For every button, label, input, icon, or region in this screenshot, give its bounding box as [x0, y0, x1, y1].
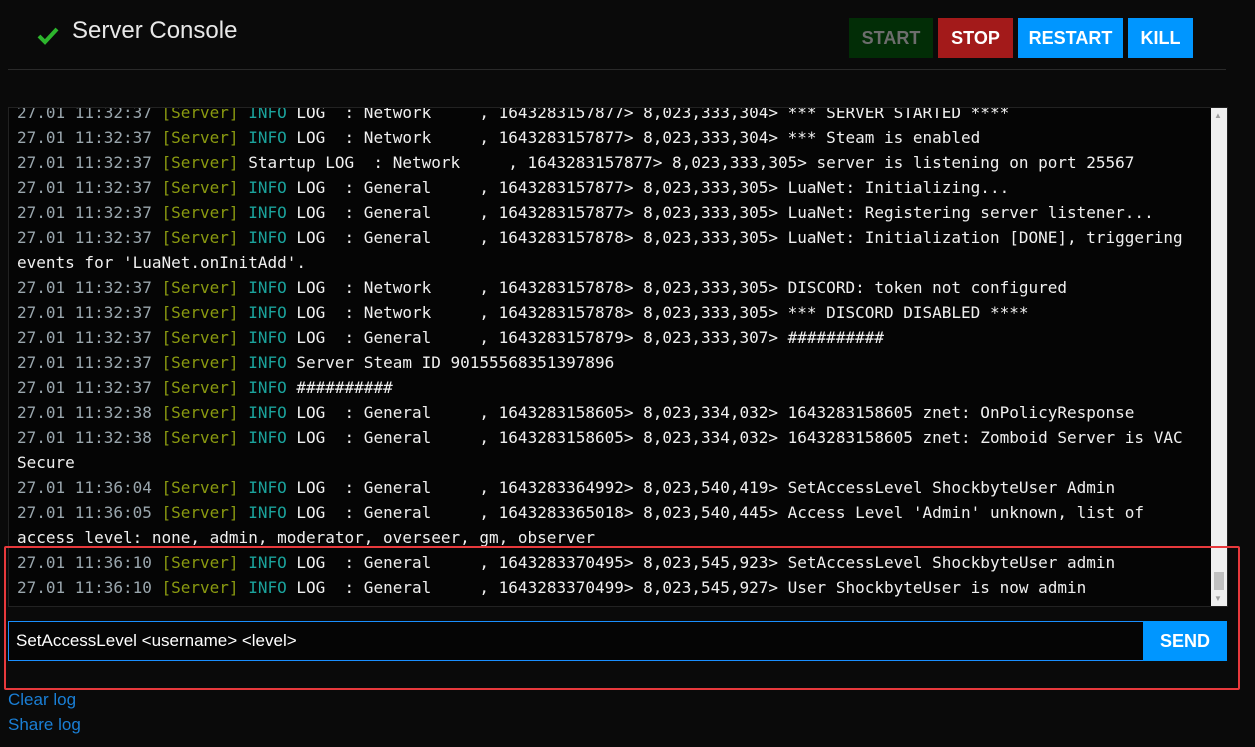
log-source: [Server]: [161, 178, 239, 197]
log-level: INFO: [248, 328, 287, 347]
log-message: LOG : General , 1643283370495> 8,023,545…: [296, 553, 1116, 572]
log-level: INFO: [248, 128, 287, 147]
page-title: Server Console: [72, 17, 238, 44]
log-level: INFO: [248, 378, 287, 397]
send-button[interactable]: SEND: [1143, 621, 1227, 661]
restart-button[interactable]: RESTART: [1018, 18, 1123, 58]
log-message: LOG : Network , 1643283157877> 8,023,333…: [296, 128, 981, 147]
log-source: [Server]: [161, 428, 239, 447]
log-message: LOG : General , 1643283157879> 8,023,333…: [296, 328, 884, 347]
log-source: [Server]: [161, 228, 239, 247]
log-line: 27.01 11:36:04 [Server] INFO LOG : Gener…: [17, 475, 1189, 500]
log-source: [Server]: [161, 153, 239, 172]
log-level: INFO: [248, 278, 287, 297]
log-message: LOG : Network , 1643283157878> 8,023,333…: [296, 303, 1029, 322]
log-line: 27.01 11:32:37 [Server] INFO LOG : Gener…: [17, 225, 1189, 275]
log-source: [Server]: [161, 478, 239, 497]
log-time: 27.01 11:32:37: [17, 128, 152, 147]
log-time: 27.01 11:32:37: [17, 153, 152, 172]
log-source: [Server]: [161, 503, 239, 522]
log-time: 27.01 11:32:37: [17, 278, 152, 297]
log-line: 27.01 11:36:10 [Server] INFO LOG : Gener…: [17, 550, 1189, 575]
log-time: 27.01 11:32:37: [17, 178, 152, 197]
log-line: 27.01 11:36:05 [Server] INFO LOG : Gener…: [17, 500, 1189, 550]
log-time: 27.01 11:36:05: [17, 503, 152, 522]
log-time: 27.01 11:36:04: [17, 478, 152, 497]
log-source: [Server]: [161, 553, 239, 572]
scroll-up-icon[interactable]: ▲: [1214, 111, 1222, 120]
log-source: [Server]: [161, 403, 239, 422]
log-line: 27.01 11:36:10 [Server] INFO LOG : Gener…: [17, 575, 1189, 600]
log-source: [Server]: [161, 203, 239, 222]
log-time: 27.01 11:32:37: [17, 378, 152, 397]
log-message: LOG : General , 1643283364992> 8,023,540…: [296, 478, 1116, 497]
console-log: 27.01 11:32:37 [Server] INFO LOG : Netwo…: [8, 107, 1228, 607]
log-message: LOG : General , 1643283370499> 8,023,545…: [296, 578, 1087, 597]
log-time: 27.01 11:32:37: [17, 203, 152, 222]
log-level: INFO: [248, 107, 287, 122]
log-time: 27.01 11:32:37: [17, 353, 152, 372]
log-time: 27.01 11:36:10: [17, 553, 152, 572]
log-line: 27.01 11:32:38 [Server] INFO LOG : Gener…: [17, 400, 1189, 425]
log-time: 27.01 11:32:37: [17, 303, 152, 322]
start-button[interactable]: START: [849, 18, 933, 58]
log-source: [Server]: [161, 278, 239, 297]
log-time: 27.01 11:36:10: [17, 578, 152, 597]
log-level: INFO: [248, 353, 287, 372]
kill-button[interactable]: KILL: [1128, 18, 1193, 58]
log-message: Server Steam ID 90155568351397896: [296, 353, 615, 372]
clear-log-link[interactable]: Clear log: [8, 690, 76, 710]
log-time: 27.01 11:32:37: [17, 107, 152, 122]
log-level: INFO: [248, 428, 287, 447]
log-source: [Server]: [161, 128, 239, 147]
log-level: INFO: [248, 553, 287, 572]
log-message: Startup LOG : Network , 1643283157877> 8…: [248, 153, 1135, 172]
log-time: 27.01 11:32:37: [17, 228, 152, 247]
log-line: 27.01 11:32:37 [Server] INFO LOG : Gener…: [17, 175, 1189, 200]
log-line: 27.01 11:32:37 [Server] INFO ##########: [17, 375, 1189, 400]
log-message: LOG : General , 1643283157877> 8,023,333…: [296, 178, 1010, 197]
scrollbar-thumb[interactable]: [1214, 572, 1224, 590]
log-level: INFO: [248, 228, 287, 247]
check-icon: [37, 27, 59, 45]
log-line: 27.01 11:32:37 [Server] INFO LOG : Netwo…: [17, 275, 1189, 300]
log-source: [Server]: [161, 578, 239, 597]
log-line: 27.01 11:32:37 [Server] INFO LOG : Gener…: [17, 325, 1189, 350]
stop-button[interactable]: STOP: [938, 18, 1013, 58]
log-line: 27.01 11:32:37 [Server] INFO LOG : Gener…: [17, 200, 1189, 225]
log-message: LOG : General , 1643283157877> 8,023,333…: [296, 203, 1154, 222]
log-message: LOG : Network , 1643283157877> 8,023,333…: [296, 107, 1010, 122]
log-level: INFO: [248, 303, 287, 322]
log-line: 27.01 11:32:38 [Server] INFO LOG : Gener…: [17, 425, 1189, 475]
scroll-down-icon[interactable]: ▼: [1214, 594, 1222, 603]
log-level: INFO: [248, 478, 287, 497]
divider: [8, 69, 1226, 70]
log-message: LOG : General , 1643283158605> 8,023,334…: [296, 403, 1135, 422]
log-source: [Server]: [161, 353, 239, 372]
log-source: [Server]: [161, 303, 239, 322]
log-level: INFO: [248, 178, 287, 197]
log-time: 27.01 11:32:38: [17, 428, 152, 447]
log-line: 27.01 11:32:37 [Server] INFO LOG : Netwo…: [17, 300, 1189, 325]
log-source: [Server]: [161, 378, 239, 397]
log-source: [Server]: [161, 107, 239, 122]
log-level: INFO: [248, 578, 287, 597]
log-line: 27.01 11:32:37 [Server] INFO LOG : Netwo…: [17, 107, 1189, 125]
log-level: INFO: [248, 503, 287, 522]
log-line: 27.01 11:32:37 [Server] Startup LOG : Ne…: [17, 150, 1189, 175]
scrollbar[interactable]: ▲ ▼: [1211, 108, 1227, 606]
log-message: ##########: [296, 378, 393, 397]
log-source: [Server]: [161, 328, 239, 347]
log-line: 27.01 11:32:37 [Server] INFO LOG : Netwo…: [17, 125, 1189, 150]
log-time: 27.01 11:32:37: [17, 328, 152, 347]
command-input[interactable]: [8, 621, 1155, 661]
log-time: 27.01 11:32:38: [17, 403, 152, 422]
log-level: INFO: [248, 203, 287, 222]
log-level: INFO: [248, 403, 287, 422]
log-line: 27.01 11:32:37 [Server] INFO Server Stea…: [17, 350, 1189, 375]
share-log-link[interactable]: Share log: [8, 715, 81, 735]
log-message: LOG : Network , 1643283157878> 8,023,333…: [296, 278, 1067, 297]
